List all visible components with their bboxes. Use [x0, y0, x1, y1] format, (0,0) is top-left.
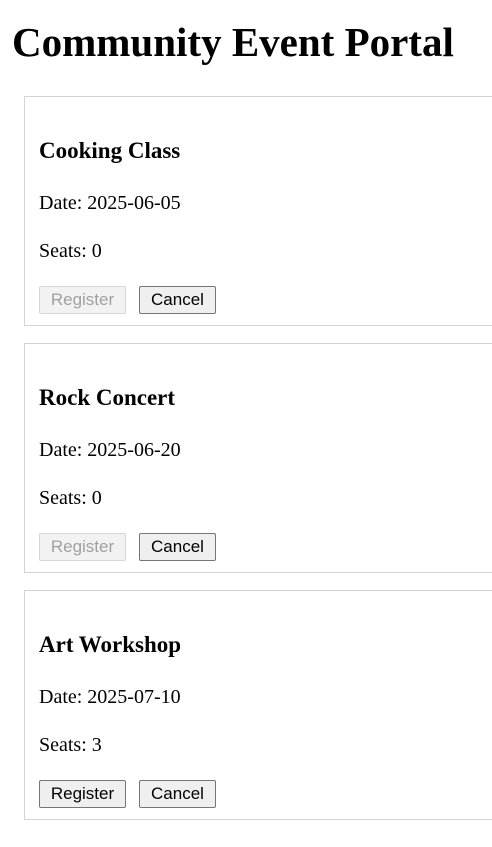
event-title: Art Workshop	[39, 632, 182, 657]
event-date: Date: 2025-06-20	[39, 439, 181, 461]
page-title: Community Event Portal	[12, 19, 454, 65]
event-title: Cooking Class	[39, 138, 181, 163]
event-seats: Seats: 3	[39, 734, 102, 756]
event-seats: Seats: 0	[39, 240, 102, 262]
cancel-button[interactable]: Cancel	[139, 286, 216, 314]
cancel-button[interactable]: Cancel	[139, 533, 216, 561]
event-card-art-workshop: Art Workshop Date: 2025-07-10 Seats: 3 R…	[24, 590, 492, 820]
cancel-button[interactable]: Cancel	[139, 780, 216, 808]
event-date: Date: 2025-07-10	[39, 686, 181, 708]
register-button[interactable]: Register	[39, 286, 126, 314]
register-button[interactable]: Register	[39, 533, 126, 561]
event-card-cooking-class: Cooking Class Date: 2025-06-05 Seats: 0 …	[24, 96, 492, 326]
event-seats: Seats: 0	[39, 487, 102, 509]
event-card-rock-concert: Rock Concert Date: 2025-06-20 Seats: 0 R…	[24, 343, 492, 573]
event-date: Date: 2025-06-05	[39, 192, 181, 214]
register-button[interactable]: Register	[39, 780, 126, 808]
event-title: Rock Concert	[39, 385, 176, 410]
